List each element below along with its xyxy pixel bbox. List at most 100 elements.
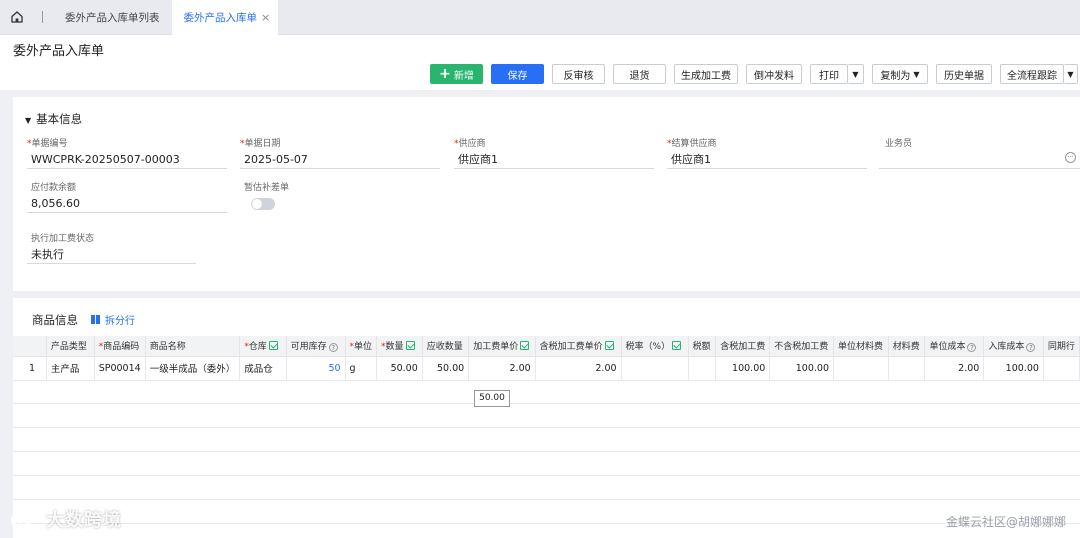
col-in-cost[interactable]: 入库成本? <box>983 336 1044 357</box>
help-icon[interactable]: ? <box>967 343 977 353</box>
tab-separator <box>42 11 43 23</box>
cell-tax-fee[interactable]: 100.00 <box>715 356 771 381</box>
cell-warehouse[interactable]: 成品仓 <box>239 356 287 381</box>
settle-supplier-input[interactable]: 供应商1 <box>667 151 867 169</box>
new-button[interactable]: + 新增 <box>430 64 483 84</box>
tab-bar: 委外产品入库单列表 委外产品入库单 × <box>0 0 1080 35</box>
generate-fee-button[interactable]: 生成加工费 <box>674 64 738 84</box>
table-row[interactable]: 1 主产品 SP00014 一级半成品（委外） 成品仓 50 g 50.00 5… <box>13 356 1080 381</box>
cell-tax-fee-price[interactable]: 2.00 <box>535 356 622 381</box>
cell-fee-price[interactable]: 2.00 <box>468 356 536 381</box>
table-row[interactable] <box>13 500 1080 524</box>
cell-recv-qty[interactable]: 50.00 <box>422 356 470 381</box>
col-material[interactable]: 材料费 <box>888 336 926 357</box>
col-warehouse[interactable]: *仓库 <box>239 336 287 357</box>
col-qty[interactable]: *数量 <box>376 336 423 357</box>
close-icon[interactable]: × <box>261 11 270 24</box>
col-unit-material[interactable]: 单位材料费 <box>833 336 889 357</box>
chevron-down-icon: ▼ <box>913 69 920 79</box>
doc-date-label: 单据日期 <box>244 139 281 149</box>
cell-qty[interactable]: 50.00 <box>376 356 423 381</box>
collapse-triangle-icon: ▼ <box>25 116 32 125</box>
batch-fill-icon[interactable] <box>672 341 682 351</box>
cell-type[interactable]: 主产品 <box>46 356 95 381</box>
col-tax-fee[interactable]: 含税加工费 <box>715 336 771 357</box>
batch-fill-icon[interactable] <box>520 341 530 351</box>
copy-as-label: 复制为 <box>880 70 911 82</box>
col-tax-rate-label: 税率（%） <box>625 342 671 353</box>
history-button[interactable]: 历史单据 <box>936 64 992 84</box>
supplier-input[interactable]: 供应商1 <box>454 151 654 169</box>
cell-stock[interactable]: 50 <box>286 356 346 381</box>
tab-active[interactable]: 委外产品入库单 × <box>171 0 279 35</box>
salesman-field: 业务员 ··· <box>879 136 1080 169</box>
print-button[interactable]: 打印 <box>810 64 848 84</box>
home-button[interactable] <box>0 0 34 35</box>
exec-status-field: 执行加工费状态 未执行 <box>27 231 196 264</box>
table-row[interactable] <box>13 476 1080 500</box>
basic-info-header[interactable]: ▼ 基本信息 <box>25 111 82 127</box>
help-icon[interactable]: ? <box>328 343 338 353</box>
col-tax-rate[interactable]: 税率（%） <box>621 336 689 357</box>
col-stock-label: 可用库存 <box>290 342 327 353</box>
watermark-logo-icon <box>11 510 35 526</box>
cell-tax[interactable] <box>688 356 717 381</box>
unaudit-button[interactable]: 反审核 <box>552 64 605 84</box>
salesman-label: 业务员 <box>885 139 913 149</box>
doc-date-field: *单据日期 2025-05-07 <box>240 136 440 169</box>
print-split-button: 打印 ▼ <box>810 64 864 84</box>
cell-unit-cost[interactable]: 2.00 <box>924 356 985 381</box>
cell-same[interactable] <box>1043 356 1080 381</box>
col-unit-cost[interactable]: 单位成本? <box>924 336 985 357</box>
tab-list[interactable]: 委外产品入库单列表 <box>53 0 172 35</box>
batch-fill-icon[interactable] <box>604 341 614 351</box>
help-icon[interactable]: ? <box>1026 343 1036 353</box>
batch-fill-icon[interactable] <box>268 341 278 351</box>
cell-unit[interactable]: g <box>345 356 378 381</box>
col-code[interactable]: *商品编码 <box>94 336 146 357</box>
col-tax-fee-price[interactable]: 含税加工费单价 <box>535 336 622 357</box>
table-row[interactable] <box>13 428 1080 452</box>
col-same[interactable]: 同期行 <box>1043 336 1080 357</box>
col-fee-price-label: 加工费单价 <box>473 342 519 353</box>
home-icon <box>11 11 23 23</box>
col-unit[interactable]: *单位 <box>345 336 378 357</box>
col-fee-price[interactable]: 加工费单价 <box>468 336 536 357</box>
table-row[interactable] <box>13 452 1080 476</box>
cell-unit-material[interactable] <box>833 356 889 381</box>
goods-table: 产品类型 *商品编码 商品名称 *仓库 可用库存? *单位 *数量 应收数量 加… <box>13 336 1080 381</box>
cell-in-cost[interactable]: 100.00 <box>983 356 1044 381</box>
table-row[interactable] <box>13 380 1080 404</box>
return-button[interactable]: 退货 <box>613 64 666 84</box>
more-icon[interactable]: ··· <box>1065 152 1076 163</box>
copy-as-button[interactable]: 复制为 ▼ <box>872 64 928 84</box>
doc-date-input[interactable]: 2025-05-07 <box>240 151 440 169</box>
save-button[interactable]: 保存 <box>491 64 544 84</box>
trace-dropdown[interactable]: ▼ <box>1064 64 1078 84</box>
estimate-label: 暂估补差单 <box>244 183 290 193</box>
cell-notax-fee[interactable]: 100.00 <box>769 356 835 381</box>
col-type[interactable]: 产品类型 <box>46 336 95 357</box>
cell-name[interactable]: 一级半成品（委外） <box>145 356 241 381</box>
cell-index: 1 <box>13 356 47 381</box>
split-row-button[interactable]: 拆分行 <box>91 312 135 327</box>
cell-tooltip: 50.00 <box>474 390 510 407</box>
col-stock[interactable]: 可用库存? <box>286 336 346 357</box>
col-tax[interactable]: 税额 <box>688 336 717 357</box>
salesman-input[interactable]: ··· <box>879 151 1080 169</box>
cell-code[interactable]: SP00014 <box>94 356 146 381</box>
col-name[interactable]: 商品名称 <box>145 336 241 357</box>
col-recv-qty[interactable]: 应收数量 <box>422 336 470 357</box>
estimate-toggle[interactable] <box>251 198 275 210</box>
settle-supplier-label: 结算供应商 <box>671 139 717 149</box>
table-row[interactable] <box>13 404 1080 428</box>
print-dropdown[interactable]: ▼ <box>848 64 864 84</box>
batch-fill-icon[interactable] <box>405 341 415 351</box>
trace-button[interactable]: 全流程跟踪 <box>1000 64 1064 84</box>
reverse-issue-button[interactable]: 倒冲发料 <box>746 64 802 84</box>
doc-no-input[interactable]: WWCPRK-20250507-00003 <box>27 151 227 169</box>
chevron-down-icon: ▼ <box>852 69 859 79</box>
cell-material[interactable] <box>888 356 926 381</box>
cell-tax-rate[interactable] <box>621 356 689 381</box>
col-notax-fee[interactable]: 不含税加工费 <box>769 336 835 357</box>
